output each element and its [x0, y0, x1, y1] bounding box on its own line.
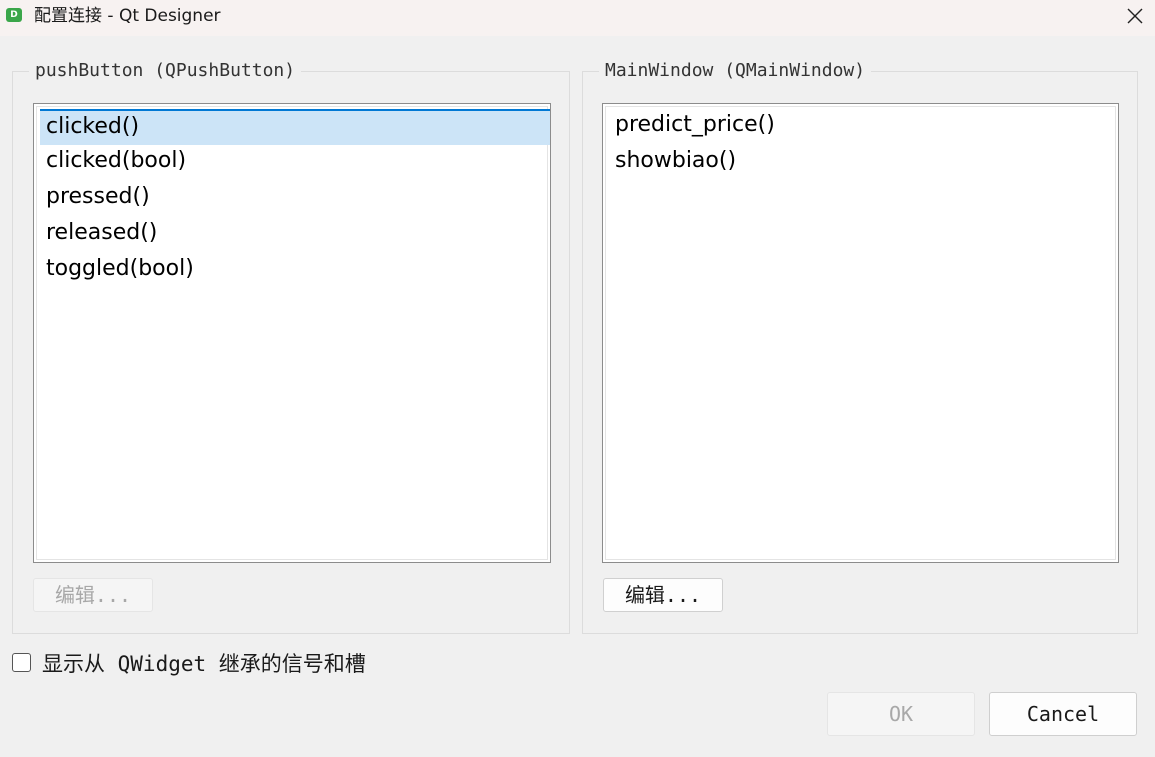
- signal-group: pushButton (QPushButton) clicked() click…: [12, 58, 570, 634]
- edit-signals-button[interactable]: 编辑...: [33, 578, 153, 612]
- signal-item-toggled-bool[interactable]: toggled(bool): [40, 251, 194, 287]
- ok-button[interactable]: OK: [827, 692, 975, 736]
- signal-item-clicked[interactable]: clicked(): [40, 109, 550, 145]
- close-button[interactable]: [1115, 0, 1155, 32]
- show-inherited-checkbox[interactable]: [12, 653, 31, 672]
- title-bar[interactable]: D 配置连接 - Qt Designer: [0, 0, 1155, 36]
- slot-list[interactable]: predict_price() showbiao(): [602, 103, 1119, 563]
- qt-designer-app-icon: D: [6, 8, 22, 22]
- signal-item-pressed[interactable]: pressed(): [40, 179, 150, 215]
- signal-group-title: pushButton (QPushButton): [29, 58, 302, 84]
- slot-item-predict-price[interactable]: predict_price(): [609, 107, 775, 143]
- cancel-button[interactable]: Cancel: [989, 692, 1137, 736]
- show-inherited-label[interactable]: 显示从 QWidget 继承的信号和槽: [42, 649, 366, 679]
- signal-list[interactable]: clicked() clicked(bool) pressed() releas…: [33, 103, 551, 563]
- close-icon: [1127, 8, 1143, 24]
- window-title: 配置连接 - Qt Designer: [34, 6, 221, 26]
- signal-list-viewport: clicked() clicked(bool) pressed() releas…: [36, 106, 550, 560]
- slot-group-title: MainWindow (QMainWindow): [599, 58, 872, 84]
- slot-item-showbiao[interactable]: showbiao(): [609, 143, 736, 179]
- slot-group: MainWindow (QMainWindow) predict_price()…: [582, 58, 1138, 634]
- slot-list-viewport: predict_price() showbiao(): [605, 106, 1116, 560]
- signal-item-clicked-bool[interactable]: clicked(bool): [40, 143, 186, 179]
- dialog-window: D 配置连接 - Qt Designer pushButton (QPushBu…: [0, 0, 1155, 757]
- edit-slots-button[interactable]: 编辑...: [603, 578, 723, 612]
- signal-item-released[interactable]: released(): [40, 215, 157, 251]
